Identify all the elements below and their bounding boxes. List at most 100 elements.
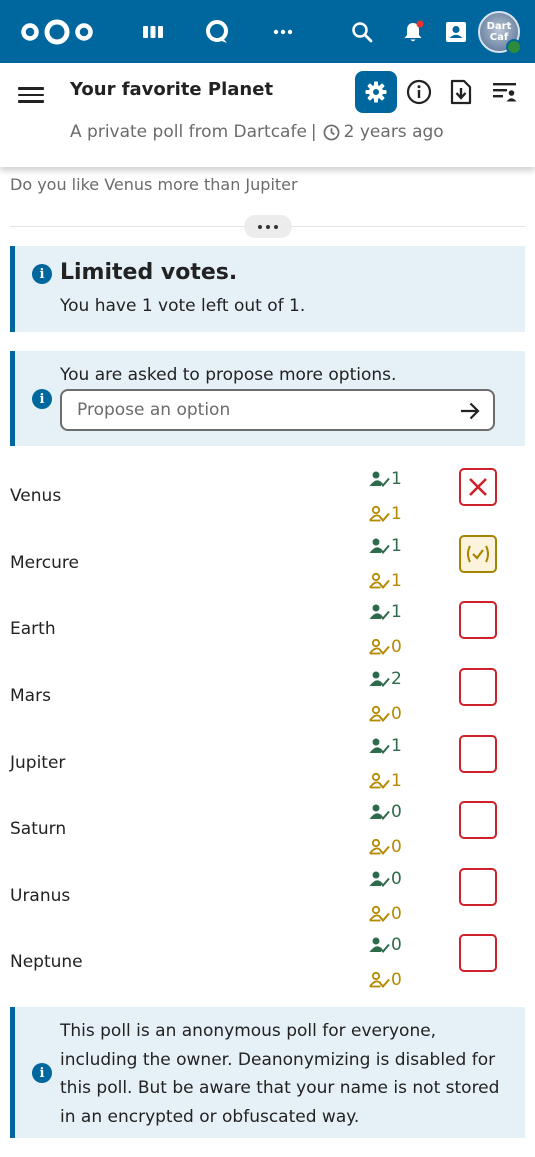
maybe-count-value: 1 (391, 504, 402, 524)
option-row-saturn: Saturn 0 0 (0, 797, 535, 863)
vote-toggle-mercure[interactable] (459, 535, 497, 573)
subtitle-separator: | (310, 122, 317, 142)
clock-icon (323, 124, 340, 140)
maybe-count-value: 0 (391, 637, 402, 657)
option-name: Saturn (10, 819, 67, 839)
poll-description: Do you like Venus more than Jupiter (10, 175, 298, 194)
vote-toggle-neptune[interactable] (459, 934, 497, 972)
vote-toggle-saturn[interactable] (459, 801, 497, 839)
anonymous-poll-text: This poll is an anonymous poll for every… (60, 1021, 500, 1127)
option-name: Mercure (10, 553, 79, 573)
option-row-mercure: Mercure 1 1 (0, 531, 535, 597)
file-download-icon (450, 79, 472, 105)
yes-count: 0 (368, 802, 402, 822)
info-icon (406, 79, 432, 105)
information-button[interactable] (398, 71, 440, 113)
user-check-icon (369, 937, 390, 954)
export-button[interactable] (440, 71, 482, 113)
option-row-neptune: Neptune 0 0 (0, 930, 535, 996)
maybe-count: 1 (368, 771, 402, 791)
info-icon: i (32, 1063, 52, 1083)
option-row-venus: Venus 1 1 (0, 464, 535, 530)
expand-description-button[interactable] (244, 215, 292, 238)
more-apps-icon[interactable] (268, 0, 298, 63)
limited-votes-note: i Limited votes. You have 1 vote left ou… (10, 246, 525, 332)
propose-option-text: You are asked to propose more options. (60, 365, 397, 385)
yes-count: 1 (368, 602, 402, 622)
user-check-outline-icon (369, 971, 390, 989)
propose-option-input[interactable] (62, 400, 432, 420)
option-name: Neptune (10, 952, 83, 972)
user-check-icon (369, 471, 390, 488)
list-user-icon (493, 83, 517, 102)
option-name: Jupiter (10, 753, 66, 773)
info-icon: i (32, 264, 52, 284)
maybe-count-value: 0 (391, 904, 402, 924)
limited-votes-body: You have 1 vote left out of 1. (60, 296, 306, 316)
yes-count-value: 0 (391, 869, 402, 889)
user-check-icon (369, 671, 390, 688)
nextcloud-logo-icon[interactable] (18, 0, 96, 63)
vote-toggle-uranus[interactable] (459, 868, 497, 906)
propose-option-field[interactable] (60, 389, 495, 431)
maybe-count-value: 0 (391, 837, 402, 857)
poll-subtitle: A private poll from Dartcafe | 2 years a… (70, 122, 444, 142)
avatar-text-line1: Dart (486, 21, 512, 32)
option-row-mars: Mars 2 0 (0, 664, 535, 730)
vote-toggle-venus[interactable] (459, 468, 497, 506)
user-check-outline-icon (369, 572, 390, 590)
submit-arrow-icon[interactable] (459, 400, 481, 422)
settings-button[interactable] (355, 71, 397, 113)
propose-option-note: i You are asked to propose more options. (10, 351, 525, 446)
maybe-count-value: 0 (391, 970, 402, 990)
user-check-icon (369, 804, 390, 821)
vote-toggle-jupiter[interactable] (459, 735, 497, 773)
user-check-icon (369, 538, 390, 555)
anonymous-poll-note: i This poll is an anonymous poll for eve… (10, 1007, 525, 1138)
maybe-check-icon (467, 545, 489, 563)
yes-count: 0 (368, 869, 402, 889)
yes-count: 0 (368, 935, 402, 955)
search-icon[interactable] (347, 0, 377, 63)
vote-toggle-earth[interactable] (459, 601, 497, 639)
maybe-count-value: 1 (391, 771, 402, 791)
maybe-count: 0 (368, 837, 402, 857)
notifications-bell-icon[interactable] (398, 0, 428, 63)
maybe-count: 1 (368, 504, 402, 524)
user-check-outline-icon (369, 905, 390, 923)
view-options-button[interactable] (484, 71, 526, 113)
yes-count-value: 1 (391, 602, 402, 622)
gear-icon (365, 81, 387, 103)
user-check-icon (369, 738, 390, 755)
poll-age-text: 2 years ago (343, 122, 444, 142)
yes-count: 1 (368, 469, 402, 489)
option-name: Earth (10, 619, 56, 639)
user-check-outline-icon (369, 505, 390, 523)
maybe-count: 0 (368, 904, 402, 924)
user-check-icon (369, 604, 390, 621)
deck-app-icon[interactable] (138, 0, 168, 63)
maybe-count: 0 (368, 637, 402, 657)
top-navigation-bar: Dart Caf (0, 0, 535, 63)
page-title: Your favorite Planet (70, 79, 274, 100)
contacts-icon[interactable] (441, 0, 471, 63)
option-name: Mars (10, 686, 51, 706)
yes-count-value: 1 (391, 736, 402, 756)
user-check-outline-icon (369, 838, 390, 856)
navigation-toggle-icon[interactable] (18, 83, 44, 105)
user-check-outline-icon (369, 772, 390, 790)
yes-count-value: 0 (391, 802, 402, 822)
user-check-outline-icon (369, 705, 390, 723)
option-row-jupiter: Jupiter 1 1 (0, 731, 535, 797)
talk-app-icon[interactable] (202, 0, 232, 63)
option-row-earth: Earth 1 0 (0, 597, 535, 663)
option-name: Venus (10, 486, 62, 506)
yes-count: 1 (368, 536, 402, 556)
yes-count: 1 (368, 736, 402, 756)
option-row-uranus: Uranus 0 0 (0, 864, 535, 930)
maybe-count: 0 (368, 970, 402, 990)
maybe-count: 1 (368, 571, 402, 591)
yes-count-value: 1 (391, 536, 402, 556)
close-icon (469, 478, 487, 496)
vote-toggle-mars[interactable] (459, 668, 497, 706)
